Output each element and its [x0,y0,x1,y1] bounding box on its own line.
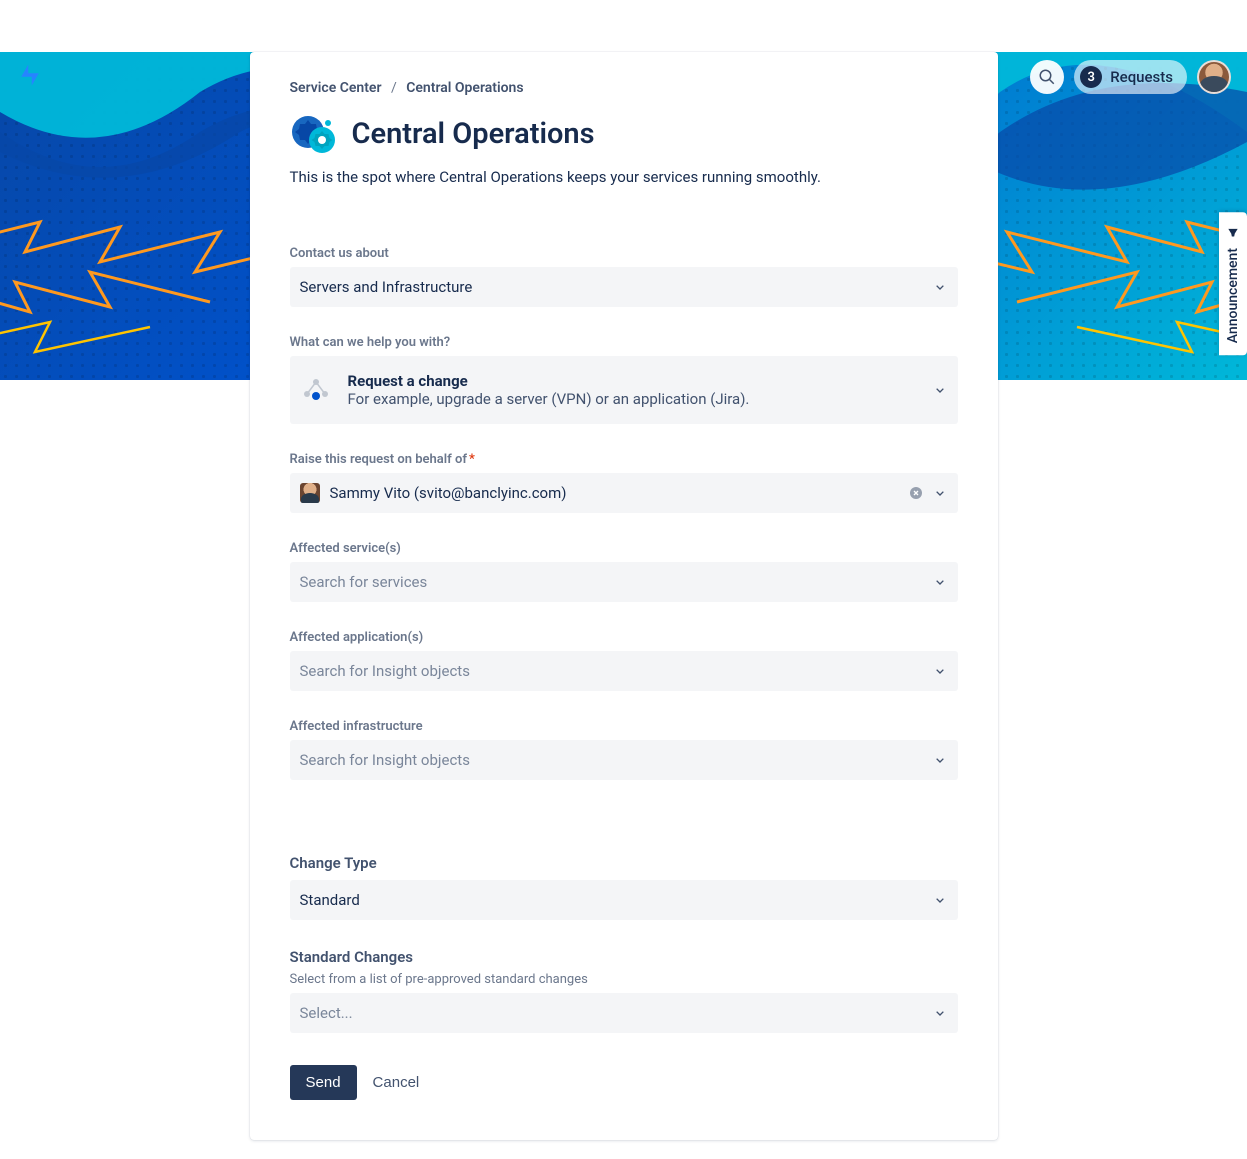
change-type-label: Change Type [290,854,958,872]
chevron-down-icon [932,752,948,768]
contact-about-value: Servers and Infrastructure [300,278,932,296]
affected-infrastructure-placeholder: Search for Insight objects [300,751,932,769]
affected-applications-label: Affected application(s) [290,630,958,645]
affected-applications-placeholder: Search for Insight objects [300,662,932,680]
change-type-value: Standard [300,891,932,909]
clear-icon[interactable] [908,485,924,501]
chevron-down-icon [932,1005,948,1021]
affected-infrastructure-label: Affected infrastructure [290,719,958,734]
logo[interactable] [16,61,44,93]
on-behalf-select[interactable]: Sammy Vito (svito@banclyinc.com) [290,473,958,513]
on-behalf-value: Sammy Vito (svito@banclyinc.com) [330,484,908,502]
standard-changes-placeholder: Select... [300,1004,932,1022]
chevron-down-icon [932,279,948,295]
chevron-down-icon [932,663,948,679]
cancel-button[interactable]: Cancel [373,1074,420,1091]
affected-services-placeholder: Search for services [300,573,932,591]
search-icon [1038,68,1056,86]
request-type-description: For example, upgrade a server (VPN) or a… [348,390,750,408]
standard-changes-select[interactable]: Select... [290,993,958,1033]
chevron-down-icon [932,485,948,501]
chevron-down-icon [932,892,948,908]
requests-count-badge: 3 [1080,66,1102,88]
announcement-tab[interactable]: Announcement [1219,212,1247,355]
page-description: This is the spot where Central Operation… [290,168,958,186]
required-indicator: * [469,452,475,467]
main-card: Service Center / Central Operations Cent… [250,52,998,1140]
chevron-down-icon [932,574,948,590]
standard-changes-label: Standard Changes [290,948,958,966]
contact-about-label: Contact us about [290,246,958,261]
project-icon [290,110,338,158]
announcement-label: Announcement [1225,248,1241,343]
affected-services-label: Affected service(s) [290,541,958,556]
request-type-title: Request a change [348,372,750,390]
page-title: Central Operations [352,117,595,151]
affected-services-select[interactable]: Search for services [290,562,958,602]
affected-applications-select[interactable]: Search for Insight objects [290,651,958,691]
chevron-down-icon [932,382,948,398]
change-type-select[interactable]: Standard [290,880,958,920]
topbar: 3 Requests [0,52,1247,102]
search-button[interactable] [1030,60,1064,94]
profile-avatar[interactable] [1197,60,1231,94]
affected-infrastructure-select[interactable]: Search for Insight objects [290,740,958,780]
on-behalf-label: Raise this request on behalf of* [290,452,958,467]
requests-button[interactable]: 3 Requests [1074,60,1187,94]
help-with-select[interactable]: Request a change For example, upgrade a … [290,356,958,424]
standard-changes-hint: Select from a list of pre-approved stand… [290,972,958,987]
user-avatar [300,483,320,503]
requests-label: Requests [1110,68,1173,86]
contact-about-select[interactable]: Servers and Infrastructure [290,267,958,307]
send-button[interactable]: Send [290,1065,357,1100]
help-with-label: What can we help you with? [290,335,958,350]
megaphone-icon [1226,224,1240,238]
request-type-icon [300,374,332,406]
